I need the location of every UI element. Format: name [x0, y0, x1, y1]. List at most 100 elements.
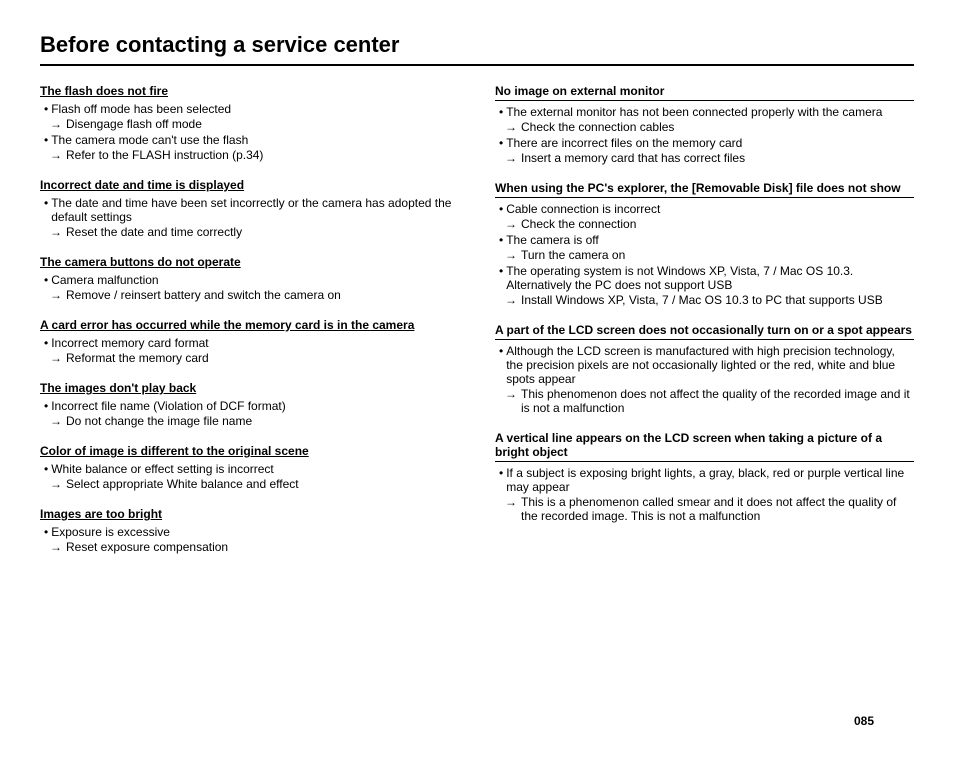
arrow-item: → Select appropriate White balance and ef…	[50, 477, 459, 491]
arrow-symbol: →	[50, 540, 62, 554]
bullet-item: •The date and time have been set incorre…	[44, 196, 459, 224]
bullet-symbol: •	[44, 462, 48, 476]
bullet-symbol: •	[44, 525, 48, 539]
arrow-text: This is a phenomenon called smear and it…	[521, 495, 914, 523]
bullet-symbol: •	[44, 336, 48, 350]
arrow-symbol: →	[505, 495, 517, 509]
bullet-item: •Incorrect file name (Violation of DCF f…	[44, 399, 459, 413]
bullet-item: •The camera mode can't use the flash	[44, 133, 459, 147]
arrow-symbol: →	[50, 477, 62, 491]
arrow-symbol: →	[50, 117, 62, 131]
right-column: No image on external monitor • The externa…	[495, 84, 914, 570]
arrow-text: Reformat the memory card	[66, 351, 209, 365]
bullet-symbol: •	[499, 344, 503, 358]
arrow-text: Do not change the image file name	[66, 414, 252, 428]
page-container: Before contacting a service center The f…	[40, 32, 914, 752]
bullet-text: Camera malfunction	[51, 273, 158, 287]
bullet-text: There are incorrect files on the memory …	[506, 136, 742, 150]
bullet-symbol: •	[44, 102, 48, 116]
arrow-item: →Check the connection cables	[505, 120, 914, 134]
arrow-text: Refer to the FLASH instruction (p.34)	[66, 148, 263, 162]
section-removable-disk: When using the PC's explorer, the [Remov…	[495, 181, 914, 307]
section-title-buttons: The camera buttons do not operate	[40, 255, 459, 269]
arrow-item: → Reformat the memory card	[50, 351, 459, 365]
arrow-text: Check the connection cables	[521, 120, 674, 134]
bullet-item: •White balance or effect setting is inco…	[44, 462, 459, 476]
bullet-text: Incorrect file name (Violation of DCF fo…	[51, 399, 286, 413]
arrow-item: → Turn the camera on	[505, 248, 914, 262]
section-title-card-error: A card error has occurred while the memo…	[40, 318, 459, 332]
bullet-item: •Incorrect memory card format	[44, 336, 459, 350]
bullet-text: Although the LCD screen is manufactured …	[506, 344, 914, 386]
section-title-removable-disk: When using the PC's explorer, the [Remov…	[495, 181, 914, 198]
left-column: The flash does not fire•Flash off mode h…	[40, 84, 459, 570]
arrow-symbol: →	[50, 288, 62, 302]
section-vertical-line: A vertical line appears on the LCD scree…	[495, 431, 914, 523]
arrow-item: → This phenomenon does not affect the qua…	[505, 387, 914, 415]
arrow-text: Select appropriate White balance and eff…	[66, 477, 299, 491]
bullet-item: •Cable connection is incorrect	[499, 202, 914, 216]
bullet-text: Flash off mode has been selected	[51, 102, 231, 116]
bullet-symbol: •	[499, 202, 503, 216]
section-card-error: A card error has occurred while the memo…	[40, 318, 459, 365]
bullet-text: The external monitor has not been connec…	[506, 105, 882, 119]
arrow-item: → Install Windows XP, Vista, 7 / Mac OS 1…	[505, 293, 914, 307]
arrow-text: Disengage flash off mode	[66, 117, 202, 131]
arrow-symbol: →	[505, 151, 517, 165]
bullet-item: •Although the LCD screen is manufactured…	[499, 344, 914, 386]
bullet-item: •Flash off mode has been selected	[44, 102, 459, 116]
bullet-text: The date and time have been set incorrec…	[51, 196, 459, 224]
section-title-no-image: No image on external monitor	[495, 84, 914, 101]
arrow-text: Reset exposure compensation	[66, 540, 228, 554]
arrow-text: Insert a memory card that has correct fi…	[521, 151, 745, 165]
bullet-text: The operating system is not Windows XP, …	[506, 264, 914, 292]
section-flash: The flash does not fire•Flash off mode h…	[40, 84, 459, 162]
bullet-item: •Exposure is excessive	[44, 525, 459, 539]
bullet-item: •The camera is off	[499, 233, 914, 247]
bullet-symbol: •	[499, 466, 503, 480]
section-title-lcd-spot: A part of the LCD screen does not occasi…	[495, 323, 914, 340]
arrow-item: →Check the connection	[505, 217, 914, 231]
bullet-item: •The operating system is not Windows XP,…	[499, 264, 914, 292]
arrow-item: → This is a phenomenon called smear and i…	[505, 495, 914, 523]
section-title-flash: The flash does not fire	[40, 84, 459, 98]
section-title-date-time: Incorrect date and time is displayed	[40, 178, 459, 192]
arrow-item: → Refer to the FLASH instruction (p.34)	[50, 148, 459, 162]
arrow-text: Install Windows XP, Vista, 7 / Mac OS 10…	[521, 293, 883, 307]
section-buttons: The camera buttons do not operate •Camera…	[40, 255, 459, 302]
bullet-text: Cable connection is incorrect	[506, 202, 660, 216]
bullet-item: •Camera malfunction	[44, 273, 459, 287]
arrow-text: Turn the camera on	[521, 248, 625, 262]
section-bright: Images are too bright•Exposure is excess…	[40, 507, 459, 554]
page-title: Before contacting a service center	[40, 32, 914, 66]
arrow-symbol: →	[505, 387, 517, 401]
arrow-item: →Reset the date and time correctly	[50, 225, 459, 239]
section-date-time: Incorrect date and time is displayed •The…	[40, 178, 459, 239]
bullet-symbol: •	[44, 399, 48, 413]
arrow-symbol: →	[50, 351, 62, 365]
bullet-item: •If a subject is exposing bright lights,…	[499, 466, 914, 494]
section-title-color: Color of image is different to the origi…	[40, 444, 459, 458]
arrow-symbol: →	[50, 148, 62, 162]
bullet-text: If a subject is exposing bright lights, …	[506, 466, 914, 494]
section-no-image: No image on external monitor • The externa…	[495, 84, 914, 165]
section-title-vertical-line: A vertical line appears on the LCD scree…	[495, 431, 914, 462]
arrow-symbol: →	[50, 414, 62, 428]
arrow-symbol: →	[505, 248, 517, 262]
bullet-item: •There are incorrect files on the memory…	[499, 136, 914, 150]
arrow-text: This phenomenon does not affect the qual…	[521, 387, 914, 415]
bullet-symbol: •	[44, 133, 48, 147]
arrow-text: Remove / reinsert battery and switch the…	[66, 288, 341, 302]
bullet-text: Incorrect memory card format	[51, 336, 208, 350]
bullet-text: The camera is off	[506, 233, 598, 247]
arrow-item: → Disengage flash off mode	[50, 117, 459, 131]
bullet-symbol: •	[499, 136, 503, 150]
bullet-symbol: •	[499, 264, 503, 278]
bullet-text: Exposure is excessive	[51, 525, 170, 539]
bullet-text: The camera mode can't use the flash	[51, 133, 248, 147]
arrow-symbol: →	[505, 217, 517, 231]
section-lcd-spot: A part of the LCD screen does not occasi…	[495, 323, 914, 415]
arrow-symbol: →	[505, 293, 517, 307]
bullet-symbol: •	[499, 233, 503, 247]
section-title-playback: The images don't play back	[40, 381, 459, 395]
